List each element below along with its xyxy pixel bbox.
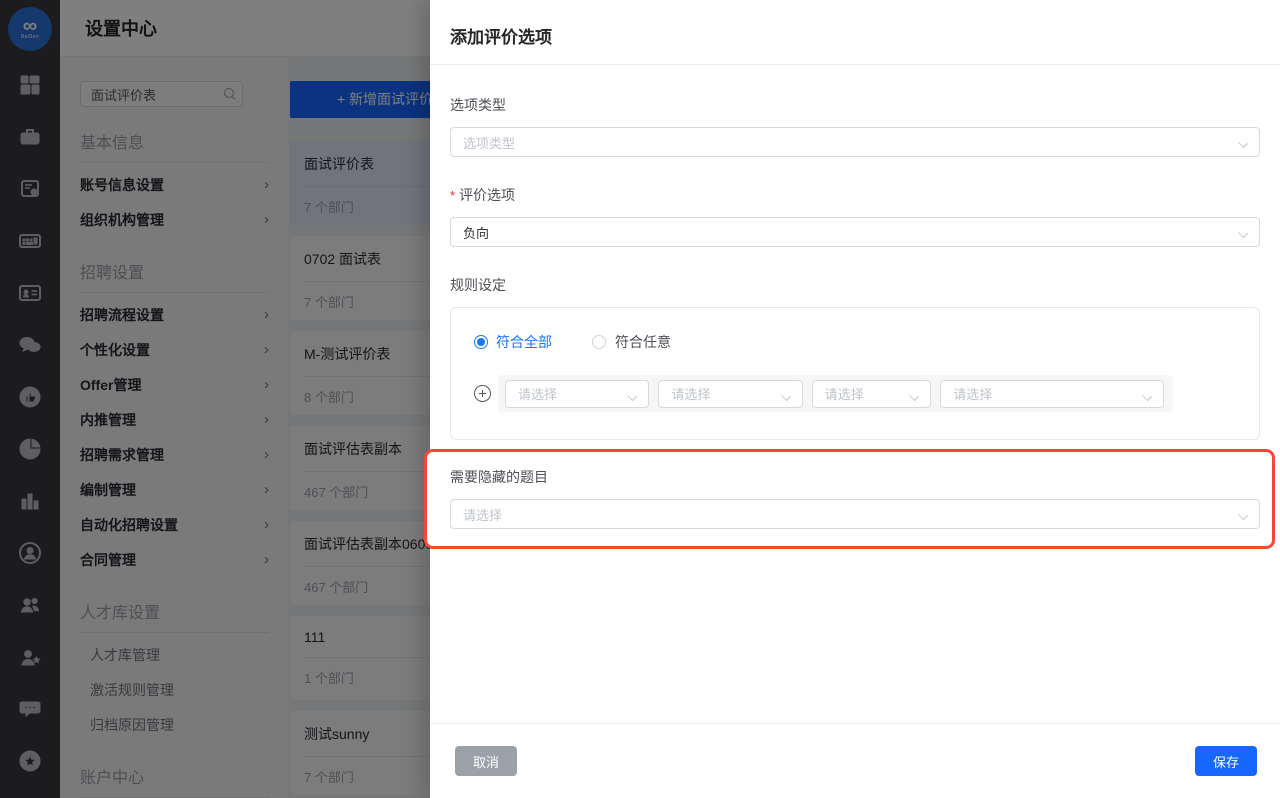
option-type-select[interactable]: 选项类型 — [450, 127, 1260, 157]
condition-select[interactable]: 请选择 — [811, 379, 932, 408]
match-any-label[interactable]: 符合任意 — [615, 332, 671, 352]
required-asterisk: * — [450, 188, 456, 203]
rules-box: 符合全部 符合任意 请选择 请选择 请选择 请选择 — [450, 307, 1260, 440]
add-option-drawer: 添加评价选项 选项类型 选项类型 * 评价选项 负向 规则设定 符合全部 符合任… — [424, 0, 1280, 798]
chevron-down-icon — [1143, 391, 1151, 399]
hidden-questions-highlight: 需要隐藏的题目 请选择 — [424, 449, 1275, 549]
chevron-down-icon — [1239, 228, 1247, 236]
cancel-button[interactable]: 取消 — [455, 746, 518, 776]
option-type-label: 选项类型 — [450, 97, 506, 113]
condition-select[interactable]: 请选择 — [658, 379, 803, 408]
condition-select[interactable]: 请选择 — [940, 379, 1164, 408]
add-condition-icon[interactable] — [474, 385, 491, 402]
match-any-radio[interactable] — [592, 335, 606, 349]
chevron-down-icon — [1239, 138, 1247, 146]
condition-group: 请选择 请选择 请选择 请选择 — [498, 375, 1173, 412]
chevron-down-icon — [782, 391, 790, 399]
eval-option-value: 负向 — [463, 225, 490, 241]
hidden-questions-select[interactable]: 请选择 — [450, 499, 1260, 529]
drawer-footer: 取消 保存 — [430, 723, 1280, 798]
chevron-down-icon — [1239, 510, 1247, 518]
condition-select[interactable]: 请选择 — [505, 379, 650, 408]
chevron-down-icon — [910, 391, 918, 399]
chevron-down-icon — [628, 391, 636, 399]
rules-label: 规则设定 — [450, 277, 506, 293]
page: ∞ BeiSen 设置中心 基本信息账号信息设置›组织机构管理›招聘设置招聘流程… — [0, 0, 1280, 798]
drawer-header: 添加评价选项 — [430, 0, 1280, 65]
match-all-radio[interactable] — [474, 335, 488, 349]
match-all-label[interactable]: 符合全部 — [496, 332, 552, 352]
drawer-title: 添加评价选项 — [450, 28, 552, 47]
eval-option-label: * 评价选项 — [450, 187, 516, 203]
eval-option-select[interactable]: 负向 — [450, 217, 1260, 247]
save-button[interactable]: 保存 — [1194, 746, 1257, 776]
hidden-questions-label: 需要隐藏的题目 — [450, 469, 548, 485]
